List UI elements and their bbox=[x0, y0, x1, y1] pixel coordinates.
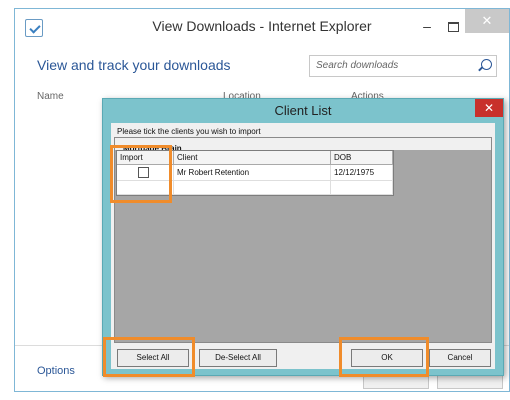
ie-close-button[interactable]: ✕ bbox=[465, 9, 509, 33]
cancel-button[interactable]: Cancel bbox=[429, 349, 491, 367]
deselect-all-button[interactable]: De-Select All bbox=[199, 349, 277, 367]
search-icon[interactable] bbox=[481, 59, 492, 70]
dialog-close-button[interactable]: ✕ bbox=[475, 99, 503, 117]
ie-title-bar: View Downloads - Internet Explorer ‒ ✕ bbox=[15, 9, 509, 47]
options-link[interactable]: Options bbox=[37, 365, 75, 377]
grid-header-dob[interactable]: DOB bbox=[330, 151, 393, 165]
dob-cell: 12/12/1975 bbox=[330, 164, 393, 181]
client-cell: Mr Robert Retention bbox=[173, 164, 331, 181]
select-all-highlight bbox=[103, 337, 195, 377]
dialog-title: Client List bbox=[274, 103, 332, 118]
ok-highlight bbox=[339, 337, 429, 377]
import-column-highlight bbox=[110, 145, 172, 203]
instruction-text: Please tick the clients you wish to impo… bbox=[117, 127, 261, 136]
empty-cell bbox=[330, 180, 393, 195]
column-header-name[interactable]: Name bbox=[37, 91, 64, 102]
search-input[interactable]: Search downloads bbox=[309, 55, 497, 77]
grid-header-client[interactable]: Client bbox=[173, 151, 331, 165]
empty-cell bbox=[173, 180, 331, 195]
ie-heading: View and track your downloads bbox=[37, 57, 231, 73]
search-placeholder: Search downloads bbox=[316, 60, 399, 71]
maximize-button[interactable] bbox=[443, 19, 463, 35]
client-list-dialog: Client List ✕ Please tick the clients yo… bbox=[102, 98, 504, 377]
minimize-button[interactable]: ‒ bbox=[417, 19, 437, 35]
